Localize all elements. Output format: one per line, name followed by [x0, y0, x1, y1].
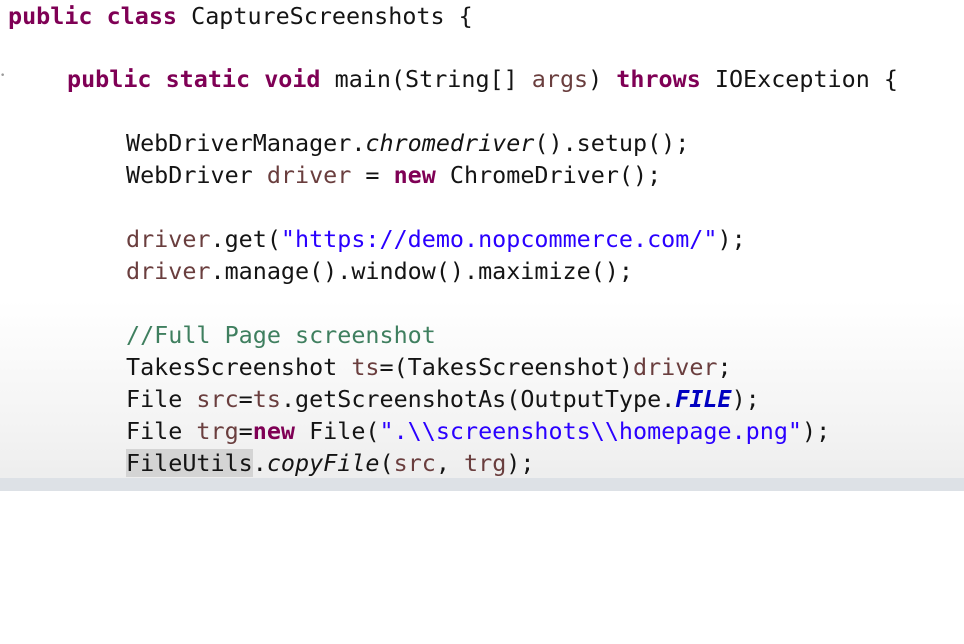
- setup-call: ().setup();: [534, 129, 690, 157]
- var-driver: driver: [126, 225, 211, 253]
- file-type: File: [126, 417, 197, 445]
- code-line-file-trg: File trg=new File(".\\screenshots\\homep…: [126, 415, 830, 447]
- keyword-public: public: [8, 2, 93, 30]
- var-driver: driver: [126, 257, 211, 285]
- editor-bottom-bar: [0, 478, 964, 491]
- code-line-takes-screenshot: TakesScreenshot ts=(TakesScreenshot)driv…: [126, 351, 732, 383]
- copyfile-method: copyFile: [266, 449, 380, 477]
- url-string: "https://demo.nopcommerce.com/": [280, 225, 718, 253]
- keyword-throws: throws: [616, 65, 701, 93]
- collapse-marker-icon[interactable]: •: [0, 72, 5, 81]
- assign-op: =: [238, 385, 253, 413]
- class-name: CaptureScreenshots {: [191, 2, 473, 30]
- var-driver: driver: [266, 161, 352, 189]
- var-src: src: [196, 385, 239, 413]
- assign-op: =: [238, 417, 253, 445]
- var-trg: trg: [196, 417, 239, 445]
- file-ctor: File(: [295, 417, 380, 445]
- code-line-maximize: driver.manage().window().maximize();: [126, 255, 633, 287]
- statement-end: ;: [717, 353, 732, 381]
- statement-end: );: [717, 225, 746, 253]
- path-string: ".\\screenshots\\homepage.png": [379, 417, 802, 445]
- keyword-static: static: [165, 65, 251, 93]
- chrome-driver-ctor: ChromeDriver();: [435, 161, 662, 189]
- driver-manager-ref: WebDriverManager.: [126, 129, 366, 157]
- fileutils-class-selected[interactable]: FileUtils: [126, 449, 253, 477]
- args-open: (: [379, 449, 394, 477]
- code-comment: //Full Page screenshot: [126, 321, 436, 349]
- code-line-file-src: File src=ts.getScreenshotAs(OutputType.F…: [126, 383, 760, 415]
- const-file: FILE: [675, 385, 732, 413]
- file-type: File: [126, 385, 197, 413]
- keyword-new: new: [393, 161, 436, 189]
- member-dot: .: [252, 449, 267, 477]
- code-editor[interactable]: public class CaptureScreenshots { public…: [0, 0, 964, 491]
- code-line-class-declaration: public class CaptureScreenshots {: [8, 0, 473, 32]
- var-ts: ts: [252, 385, 281, 413]
- maximize-call: .manage().window().maximize();: [210, 257, 633, 285]
- chromedriver-method: chromedriver: [365, 129, 535, 157]
- keyword-class: class: [106, 2, 178, 30]
- webdriver-type: WebDriver: [126, 161, 267, 189]
- var-driver: driver: [632, 353, 718, 381]
- method-signature: main(String[]: [334, 65, 532, 93]
- keyword-new: new: [252, 417, 296, 445]
- exception-type: IOException {: [714, 65, 898, 93]
- assign-op: =: [351, 161, 394, 189]
- code-line-copy-file: FileUtils.copyFile(src, trg);: [126, 447, 534, 479]
- code-line-driver-declaration: WebDriver driver = new ChromeDriver();: [126, 159, 661, 191]
- keyword-public: public: [67, 65, 152, 93]
- var-src: src: [393, 449, 436, 477]
- statement-end: );: [731, 385, 760, 413]
- get-call: .get(: [210, 225, 281, 253]
- keyword-void: void: [264, 65, 321, 93]
- var-trg: trg: [464, 449, 507, 477]
- statement-end: );: [802, 417, 831, 445]
- cast-expression: =(TakesScreenshot): [379, 353, 633, 381]
- code-line-main-method: public static void main(String[] args) t…: [67, 63, 898, 95]
- var-ts: ts: [351, 353, 380, 381]
- get-screenshot-call: .getScreenshotAs(OutputType.: [280, 385, 676, 413]
- arg-comma: ,: [435, 449, 465, 477]
- signature-close: ): [588, 65, 617, 93]
- param-args: args: [531, 65, 589, 93]
- takes-screenshot-type: TakesScreenshot: [126, 353, 352, 381]
- statement-end: );: [506, 449, 535, 477]
- code-line-driver-setup: WebDriverManager.chromedriver().setup();: [126, 127, 689, 159]
- code-line-driver-get: driver.get("https://demo.nopcommerce.com…: [126, 223, 746, 255]
- code-line-comment: //Full Page screenshot: [126, 319, 436, 351]
